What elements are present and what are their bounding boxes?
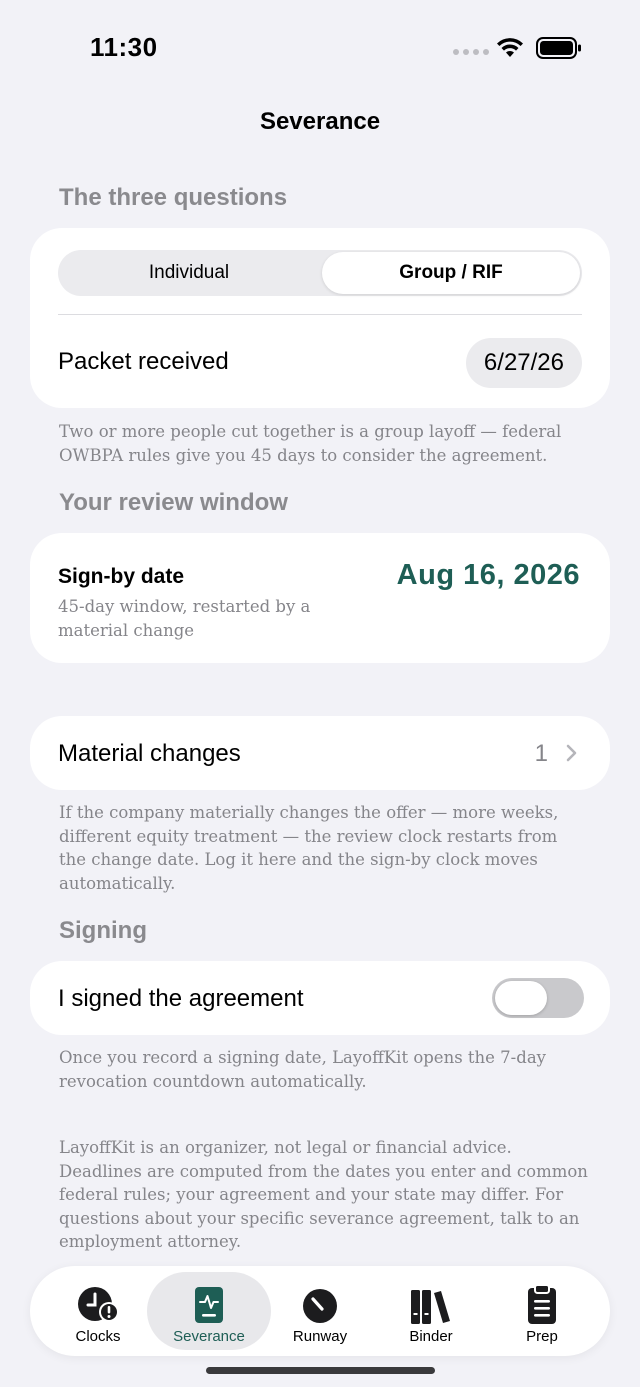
legal-disclaimer: LayoffKit is an organizer, not legal or … [59, 1138, 588, 1251]
tab-runway[interactable]: Runway [258, 1272, 382, 1350]
material-changes-row[interactable]: Material changes 1 [30, 716, 610, 790]
page-title: Severance [259, 108, 381, 135]
sign-by-subtitle: 45-day window, restarted by a material c… [58, 597, 311, 640]
status-bar: 11:30 [0, 0, 640, 90]
packet-received-label: Packet received [58, 348, 229, 375]
tab-clocks[interactable]: Clocks [36, 1272, 160, 1350]
gauge-icon [303, 1289, 337, 1323]
review-window-card: Sign-by date 45-day window, restarted by… [30, 533, 610, 663]
signed-agreement-toggle[interactable] [492, 978, 584, 1018]
clock-alert-icon [78, 1287, 119, 1322]
chevron-right-icon [566, 744, 577, 762]
tab-label: Severance [173, 1328, 245, 1345]
signing-footnote: Once you record a signing date, LayoffKi… [59, 1048, 546, 1091]
segment-group-rif[interactable]: Group / RIF [322, 252, 580, 294]
battery-icon [536, 37, 581, 59]
section-header-questions: The three questions [59, 184, 288, 211]
tab-label: Binder [409, 1328, 453, 1345]
books-icon [411, 1290, 450, 1324]
tab-label: Runway [292, 1328, 348, 1345]
divider [58, 314, 582, 315]
tab-binder[interactable]: Binder [369, 1272, 493, 1350]
tab-label: Prep [526, 1328, 558, 1345]
tab-prep[interactable]: Prep [480, 1272, 604, 1350]
tab-severance[interactable]: Severance [147, 1272, 271, 1350]
questions-card: Individual Group / RIF Packet received 6… [30, 228, 610, 408]
section-header-review: Your review window [59, 489, 288, 516]
home-indicator [206, 1367, 435, 1374]
tab-label: Clocks [75, 1328, 121, 1345]
toggle-knob [495, 981, 547, 1015]
sign-by-date: Aug 16, 2026 [396, 559, 580, 591]
wifi-icon [497, 38, 523, 57]
section-header-signing: Signing [59, 917, 147, 944]
clipboard-icon [528, 1284, 556, 1324]
document-pulse-icon [195, 1287, 223, 1323]
cellular-signal-icon [453, 49, 489, 55]
signed-agreement-row: I signed the agreement [30, 961, 610, 1035]
segment-individual[interactable]: Individual [58, 250, 320, 296]
group-layoff-footnote: Two or more people cut together is a gro… [59, 422, 562, 465]
packet-received-date-picker[interactable]: 6/27/26 [465, 338, 582, 388]
signed-agreement-label: I signed the agreement [58, 985, 304, 1012]
status-time: 11:30 [90, 32, 158, 62]
sign-by-label: Sign-by date [58, 565, 185, 588]
layoff-type-segmented-control: Individual Group / RIF [58, 250, 582, 296]
material-changes-label: Material changes [58, 740, 241, 767]
material-changes-count: 1 [534, 740, 548, 767]
material-changes-footnote: If the company materially changes the of… [59, 803, 559, 893]
tab-bar: Clocks Severance Runway Binder Prep [30, 1266, 610, 1356]
